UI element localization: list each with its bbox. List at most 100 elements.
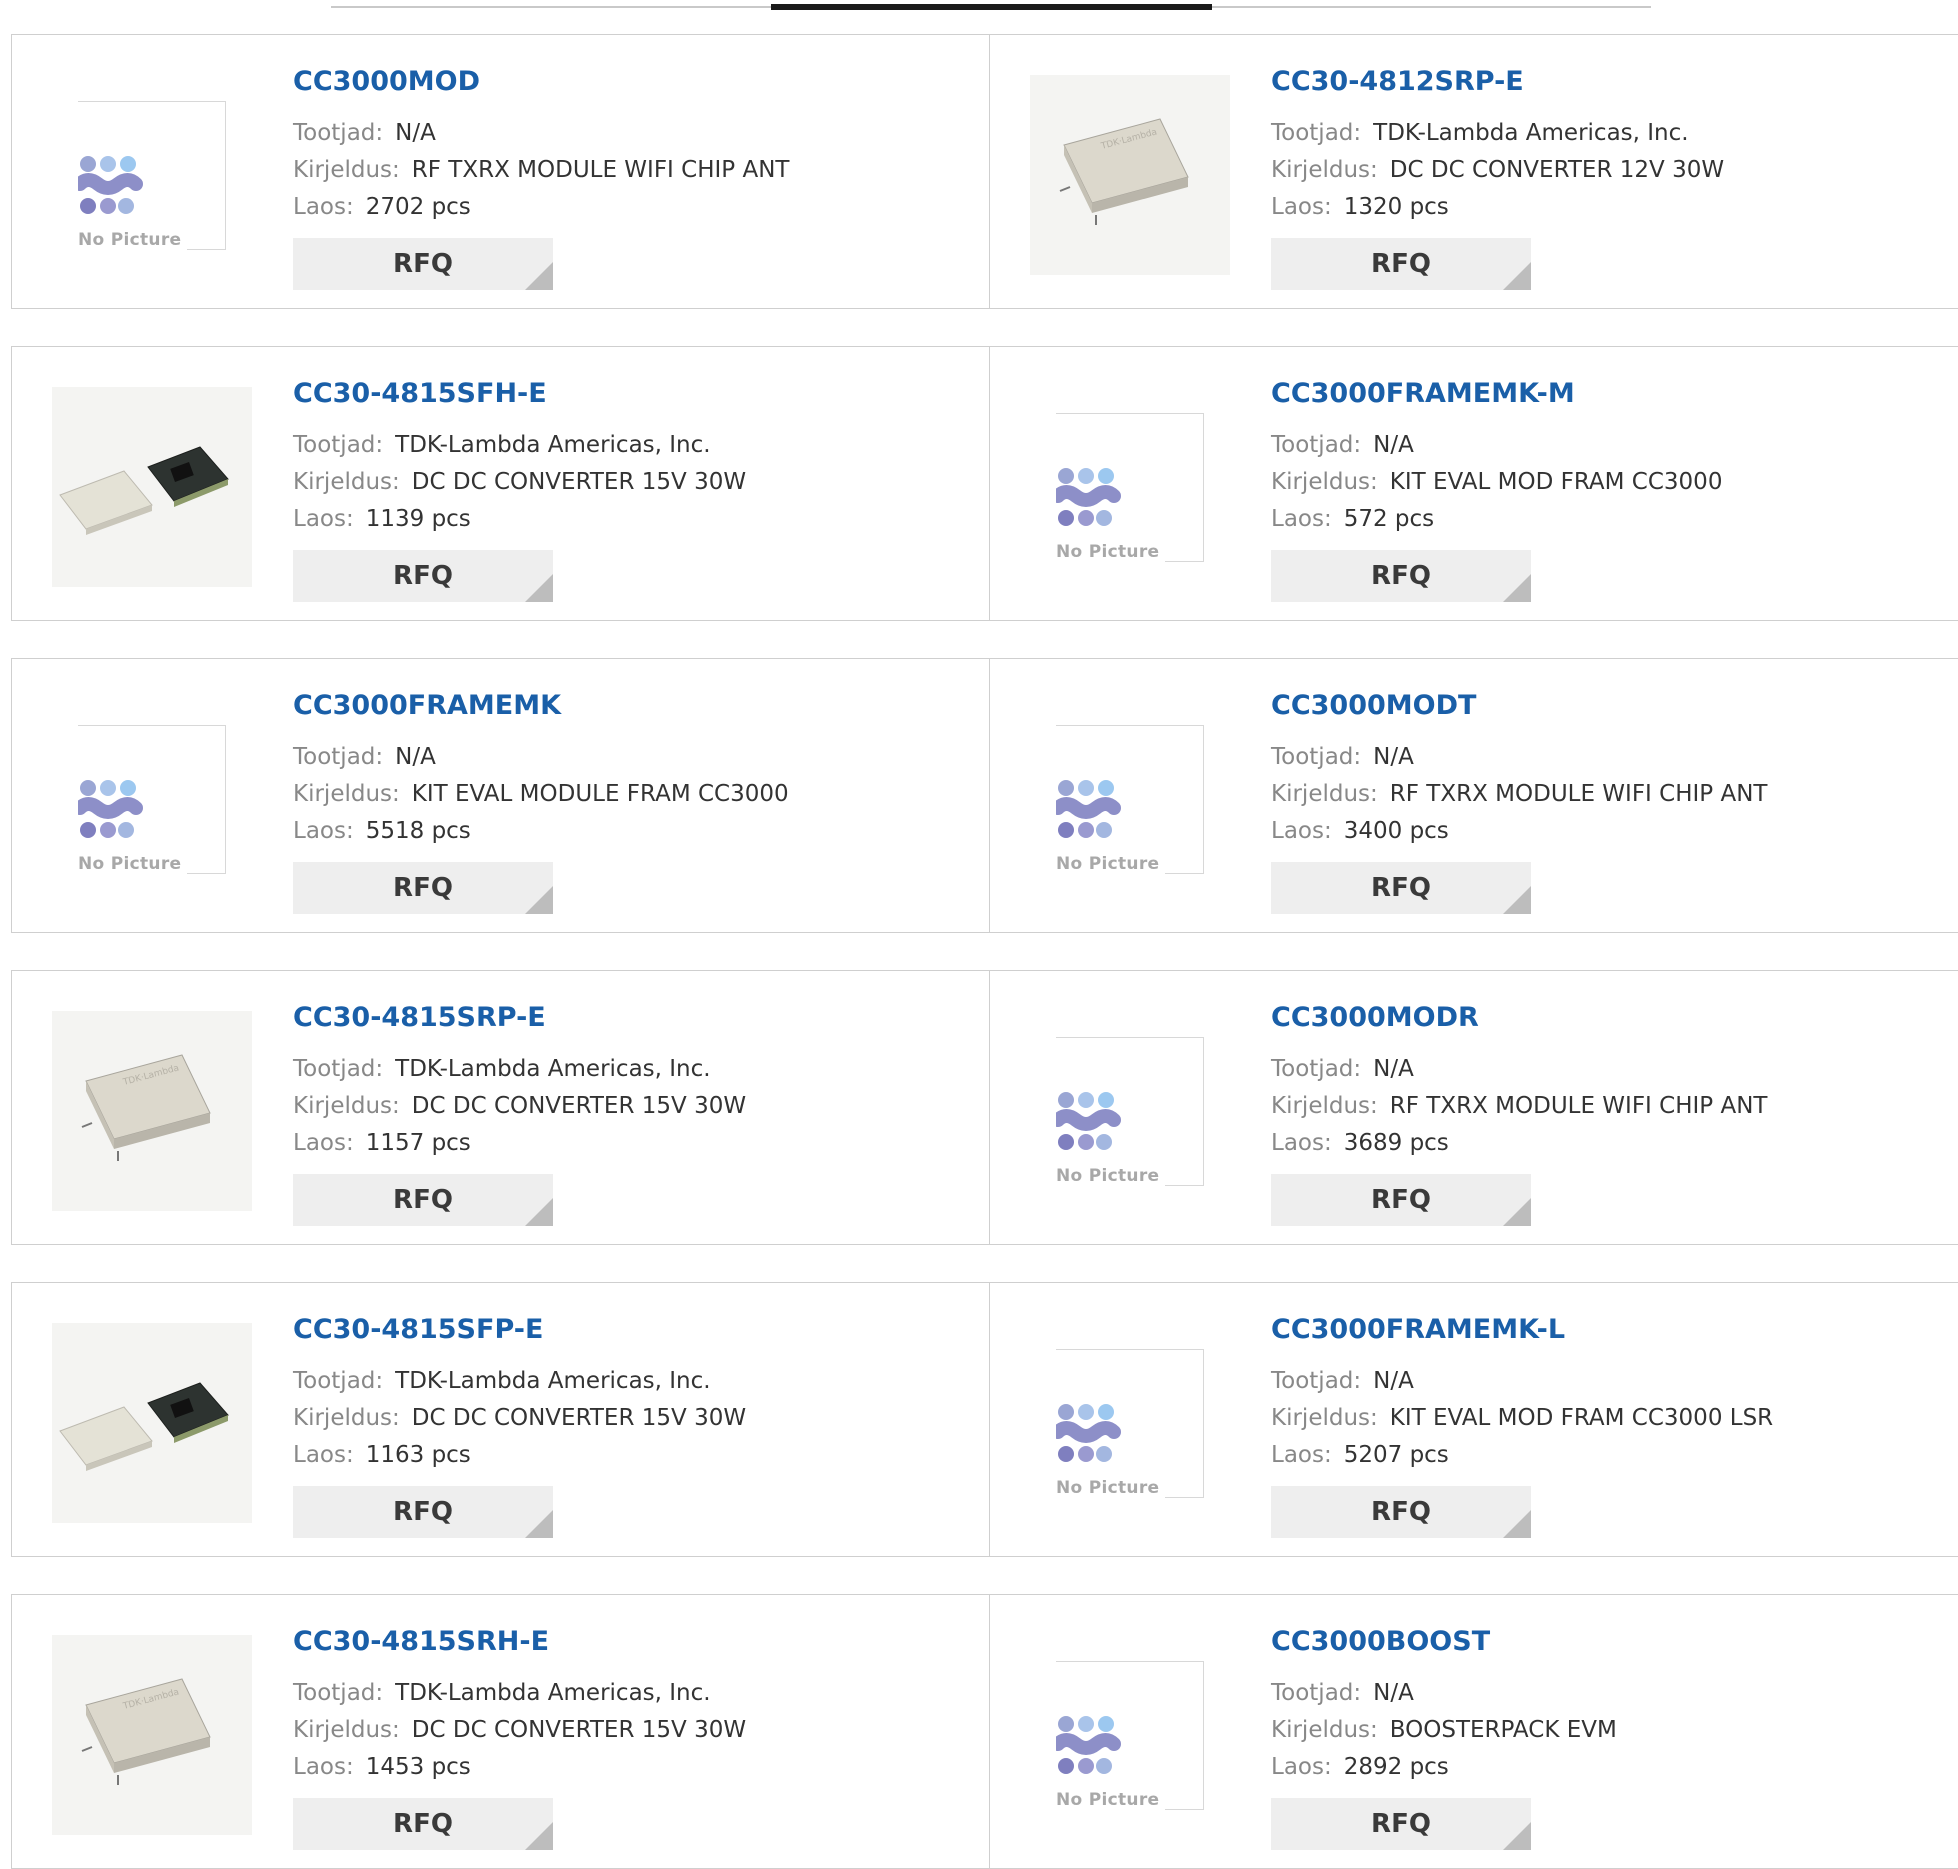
manufacturer-value: TDK-Lambda Americas, Inc.	[1373, 120, 1689, 146]
description-value: DC DC CONVERTER 15V 30W	[411, 1405, 747, 1431]
manufacturer-row: Tootjad: N/A	[1271, 739, 1767, 776]
dc-converter-photo-icon: TDK·Lambda	[81, 1678, 211, 1785]
manufacturer-value: TDK-Lambda Americas, Inc.	[395, 1368, 711, 1394]
description-value: DC DC CONVERTER 15V 30W	[411, 1093, 747, 1119]
product-part-number-link[interactable]: CC30-4815SRP-E	[293, 1001, 746, 1035]
rfq-button[interactable]: RFQ	[1271, 550, 1531, 602]
manufacturer-label: Tootjad:	[293, 432, 384, 458]
product-info: CC30-4815SFP-E Tootjad: TDK-Lambda Americ…	[293, 1313, 746, 1538]
stock-value: 1320 pcs	[1343, 194, 1449, 220]
stock-value: 1163 pcs	[365, 1442, 471, 1468]
corner-triangle-icon	[525, 1822, 553, 1850]
product-part-number-link[interactable]: CC30-4812SRP-E	[1271, 65, 1724, 99]
product-part-number-link[interactable]: CC3000BOOST	[1271, 1625, 1617, 1659]
product-part-number-link[interactable]: CC30-4815SFH-E	[293, 377, 746, 411]
description-label: Kirjeldus:	[293, 1717, 400, 1743]
manufacturer-label: Tootjad:	[1271, 432, 1362, 458]
manufacturer-value: N/A	[1373, 1680, 1414, 1706]
description-row: Kirjeldus: RF TXRX MODULE WIFI CHIP ANT	[1271, 1088, 1767, 1125]
rfq-button[interactable]: RFQ	[293, 1486, 553, 1538]
rfq-label: RFQ	[393, 873, 453, 903]
dc-converter-photo-icon: TDK·Lambda	[1059, 118, 1189, 225]
manufacturer-label: Tootjad:	[293, 1680, 384, 1706]
description-value: RF TXRX MODULE WIFI CHIP ANT	[1389, 1093, 1768, 1119]
stock-row: Laos: 5207 pcs	[1271, 1437, 1773, 1474]
manufacturer-row: Tootjad: N/A	[1271, 1363, 1773, 1400]
rfq-label: RFQ	[1371, 873, 1431, 903]
description-label: Kirjeldus:	[293, 1093, 400, 1119]
description-value: DC DC CONVERTER 12V 30W	[1389, 157, 1725, 183]
product-info: CC30-4815SRP-E Tootjad: TDK-Lambda Americ…	[293, 1001, 746, 1226]
manufacturer-label: Tootjad:	[1271, 1680, 1362, 1706]
manufacturer-row: Tootjad: N/A	[1271, 1051, 1767, 1088]
stock-label: Laos:	[1271, 1130, 1332, 1156]
no-picture-icon	[1056, 1092, 1121, 1150]
product-card: No Picture CC3000FRAMEMK Tootjad: N/A Kir…	[11, 658, 991, 933]
no-picture-icon	[1056, 780, 1121, 838]
description-row: Kirjeldus: KIT EVAL MODULE FRAM CC3000	[293, 776, 789, 813]
product-card: No Picture CC3000MOD Tootjad: N/A Kirjeld…	[11, 34, 991, 309]
manufacturer-label: Tootjad:	[1271, 1056, 1362, 1082]
no-picture-label: No Picture	[1056, 1478, 1166, 1498]
product-card: TDK·Lambda CC30-4812SRP-E Tootjad: TDK-La…	[989, 34, 1958, 309]
product-part-number-link[interactable]: CC3000MODR	[1271, 1001, 1767, 1035]
manufacturer-row: Tootjad: TDK-Lambda Americas, Inc.	[293, 1051, 746, 1088]
no-picture-icon	[1056, 1404, 1121, 1462]
product-row: No Picture CC3000FRAMEMK Tootjad: N/A Kir…	[11, 658, 1958, 933]
stock-row: Laos: 1320 pcs	[1271, 189, 1724, 226]
rfq-button[interactable]: RFQ	[1271, 238, 1531, 290]
stock-label: Laos:	[293, 506, 354, 532]
manufacturer-row: Tootjad: TDK-Lambda Americas, Inc.	[293, 1675, 746, 1712]
corner-triangle-icon	[525, 1510, 553, 1538]
corner-triangle-icon	[1503, 574, 1531, 602]
description-row: Kirjeldus: DC DC CONVERTER 15V 30W	[293, 1400, 746, 1437]
description-row: Kirjeldus: BOOSTERPACK EVM	[1271, 1712, 1617, 1749]
rfq-button[interactable]: RFQ	[1271, 862, 1531, 914]
manufacturer-value: TDK-Lambda Americas, Inc.	[395, 1680, 711, 1706]
description-row: Kirjeldus: KIT EVAL MOD FRAM CC3000 LSR	[1271, 1400, 1773, 1437]
product-info: CC3000MODT Tootjad: N/A Kirjeldus: RF TXRX…	[1271, 689, 1767, 914]
product-part-number-link[interactable]: CC3000FRAMEMK-L	[1271, 1313, 1773, 1347]
rfq-button[interactable]: RFQ	[293, 238, 553, 290]
no-picture-icon	[1056, 1716, 1121, 1774]
manufacturer-label: Tootjad:	[293, 120, 384, 146]
rfq-label: RFQ	[393, 561, 453, 591]
product-row: TDK·Lambda CC30-4815SRH-E Tootjad: TDK-La…	[11, 1594, 1958, 1869]
manufacturer-row: Tootjad: TDK-Lambda Americas, Inc.	[293, 427, 746, 464]
product-card: No Picture CC3000FRAMEMK-L Tootjad: N/A K…	[989, 1282, 1958, 1557]
rfq-button[interactable]: RFQ	[1271, 1486, 1531, 1538]
corner-triangle-icon	[1503, 886, 1531, 914]
product-part-number-link[interactable]: CC3000FRAMEMK	[293, 689, 789, 723]
stock-label: Laos:	[293, 1130, 354, 1156]
rfq-button[interactable]: RFQ	[293, 862, 553, 914]
product-card: TDK·Lambda CC30-4815SRP-E Tootjad: TDK-La…	[11, 970, 991, 1245]
no-picture-icon	[1056, 468, 1121, 526]
product-card: No Picture CC3000BOOST Tootjad: N/A Kirje…	[989, 1594, 1958, 1869]
stock-value: 3689 pcs	[1343, 1130, 1449, 1156]
rfq-button[interactable]: RFQ	[1271, 1798, 1531, 1850]
product-card: No Picture CC3000MODT Tootjad: N/A Kirjel…	[989, 658, 1958, 933]
stock-label: Laos:	[293, 194, 354, 220]
product-row: CC30-4815SFH-E Tootjad: TDK-Lambda Americ…	[11, 346, 1958, 621]
rfq-button[interactable]: RFQ	[293, 550, 553, 602]
product-card: TDK·Lambda CC30-4815SRH-E Tootjad: TDK-La…	[11, 1594, 991, 1869]
product-part-number-link[interactable]: CC30-4815SFP-E	[293, 1313, 746, 1347]
manufacturer-label: Tootjad:	[1271, 120, 1362, 146]
product-part-number-link[interactable]: CC3000FRAMEMK-M	[1271, 377, 1722, 411]
description-value: DC DC CONVERTER 15V 30W	[411, 1717, 747, 1743]
description-label: Kirjeldus:	[1271, 1093, 1378, 1119]
rfq-button[interactable]: RFQ	[293, 1174, 553, 1226]
stock-row: Laos: 1139 pcs	[293, 501, 746, 538]
manufacturer-value: TDK-Lambda Americas, Inc.	[395, 432, 711, 458]
description-label: Kirjeldus:	[293, 469, 400, 495]
rfq-button[interactable]: RFQ	[1271, 1174, 1531, 1226]
rfq-button[interactable]: RFQ	[293, 1798, 553, 1850]
stock-label: Laos:	[293, 1442, 354, 1468]
product-part-number-link[interactable]: CC30-4815SRH-E	[293, 1625, 746, 1659]
product-part-number-link[interactable]: CC3000MOD	[293, 65, 789, 99]
corner-triangle-icon	[1503, 1198, 1531, 1226]
no-picture-label: No Picture	[78, 854, 188, 874]
description-label: Kirjeldus:	[1271, 1405, 1378, 1431]
product-part-number-link[interactable]: CC3000MODT	[1271, 689, 1767, 723]
rfq-label: RFQ	[1371, 1497, 1431, 1527]
